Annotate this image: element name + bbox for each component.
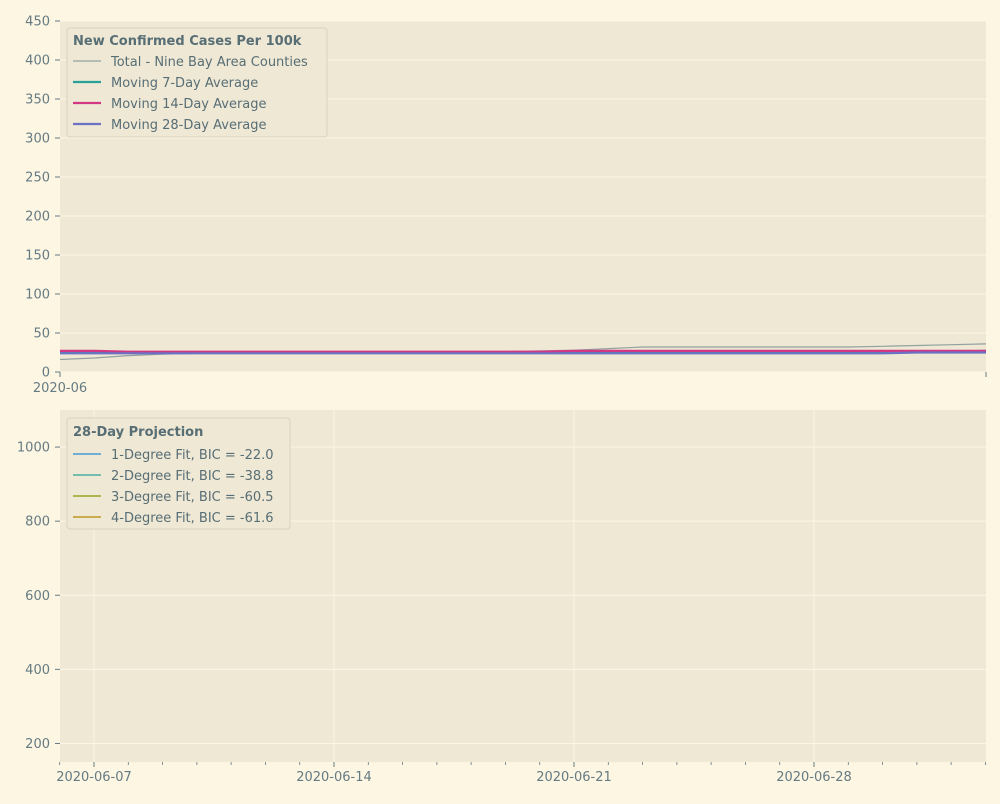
series-line (60, 349, 986, 353)
bottom-legend: 28-Day Projection 1-Degree Fit, BIC = -2… (66, 417, 291, 530)
y-tick-label: 200 (25, 210, 50, 225)
legend-entry: 1-Degree Fit, BIC = -22.0 (111, 448, 274, 463)
y-tick-label: 400 (25, 54, 50, 69)
bottom-chart: 200 400 600 800 1000 2020-06-07 2020-06-14 2… (17, 410, 986, 785)
y-tick-label: 100 (25, 288, 50, 303)
legend-entry: Moving 28-Day Average (111, 118, 267, 133)
legend-entry: Moving 14-Day Average (111, 97, 267, 112)
legend-title: New Confirmed Cases Per 100k (73, 34, 302, 49)
y-tick-label: 350 (25, 93, 50, 108)
y-tick-label: 250 (25, 171, 50, 186)
legend-title: 28-Day Projection (73, 425, 203, 440)
y-tick-label: 450 (25, 15, 50, 30)
legend-entry: 3-Degree Fit, BIC = -60.5 (111, 490, 274, 505)
bottom-x-tick-labels: 2020-06-07 2020-06-14 2020-06-21 2020-06… (56, 770, 852, 785)
legend-entry: Total - Nine Bay Area Counties (110, 55, 308, 70)
x-tick-label: 2020-06 (33, 381, 87, 396)
y-tick-label: 800 (25, 515, 50, 530)
y-tick-label: 1000 (17, 441, 50, 456)
bottom-y-tick-labels: 200 400 600 800 1000 (17, 441, 60, 752)
bottom-minor-ticks (59, 762, 986, 765)
top-chart: 0 50 100 150 200 250 300 350 400 450 2020-06 New … (25, 15, 987, 396)
legend-entry: 4-Degree Fit, BIC = -61.6 (111, 511, 274, 526)
y-tick-label: 300 (25, 132, 50, 147)
y-tick-label: 50 (33, 327, 50, 342)
top-x-tick-labels: 2020-06 (33, 372, 987, 396)
x-tick-label: 2020-06-28 (776, 770, 852, 785)
x-tick-label: 2020-06-07 (56, 770, 132, 785)
legend-entry: Moving 7-Day Average (111, 76, 258, 91)
x-tick-label: 2020-06-21 (536, 770, 612, 785)
figure: 0 50 100 150 200 250 300 350 400 450 2020-06 New … (0, 0, 1000, 800)
x-tick-label: 2020-06-14 (296, 770, 372, 785)
chart-svg: 0 50 100 150 200 250 300 350 400 450 2020-06 New … (17, 15, 987, 785)
top-legend: New Confirmed Cases Per 100k Total - Nin… (66, 27, 328, 138)
y-tick-label: 0 (42, 366, 50, 381)
top-y-tick-labels: 0 50 100 150 200 250 300 350 400 450 (25, 15, 60, 381)
y-tick-label: 600 (25, 589, 50, 604)
y-tick-label: 150 (25, 249, 50, 264)
y-tick-label: 200 (25, 737, 50, 752)
series-line (60, 351, 986, 355)
legend-entry: 2-Degree Fit, BIC = -38.8 (111, 469, 274, 484)
y-tick-label: 400 (25, 663, 50, 678)
